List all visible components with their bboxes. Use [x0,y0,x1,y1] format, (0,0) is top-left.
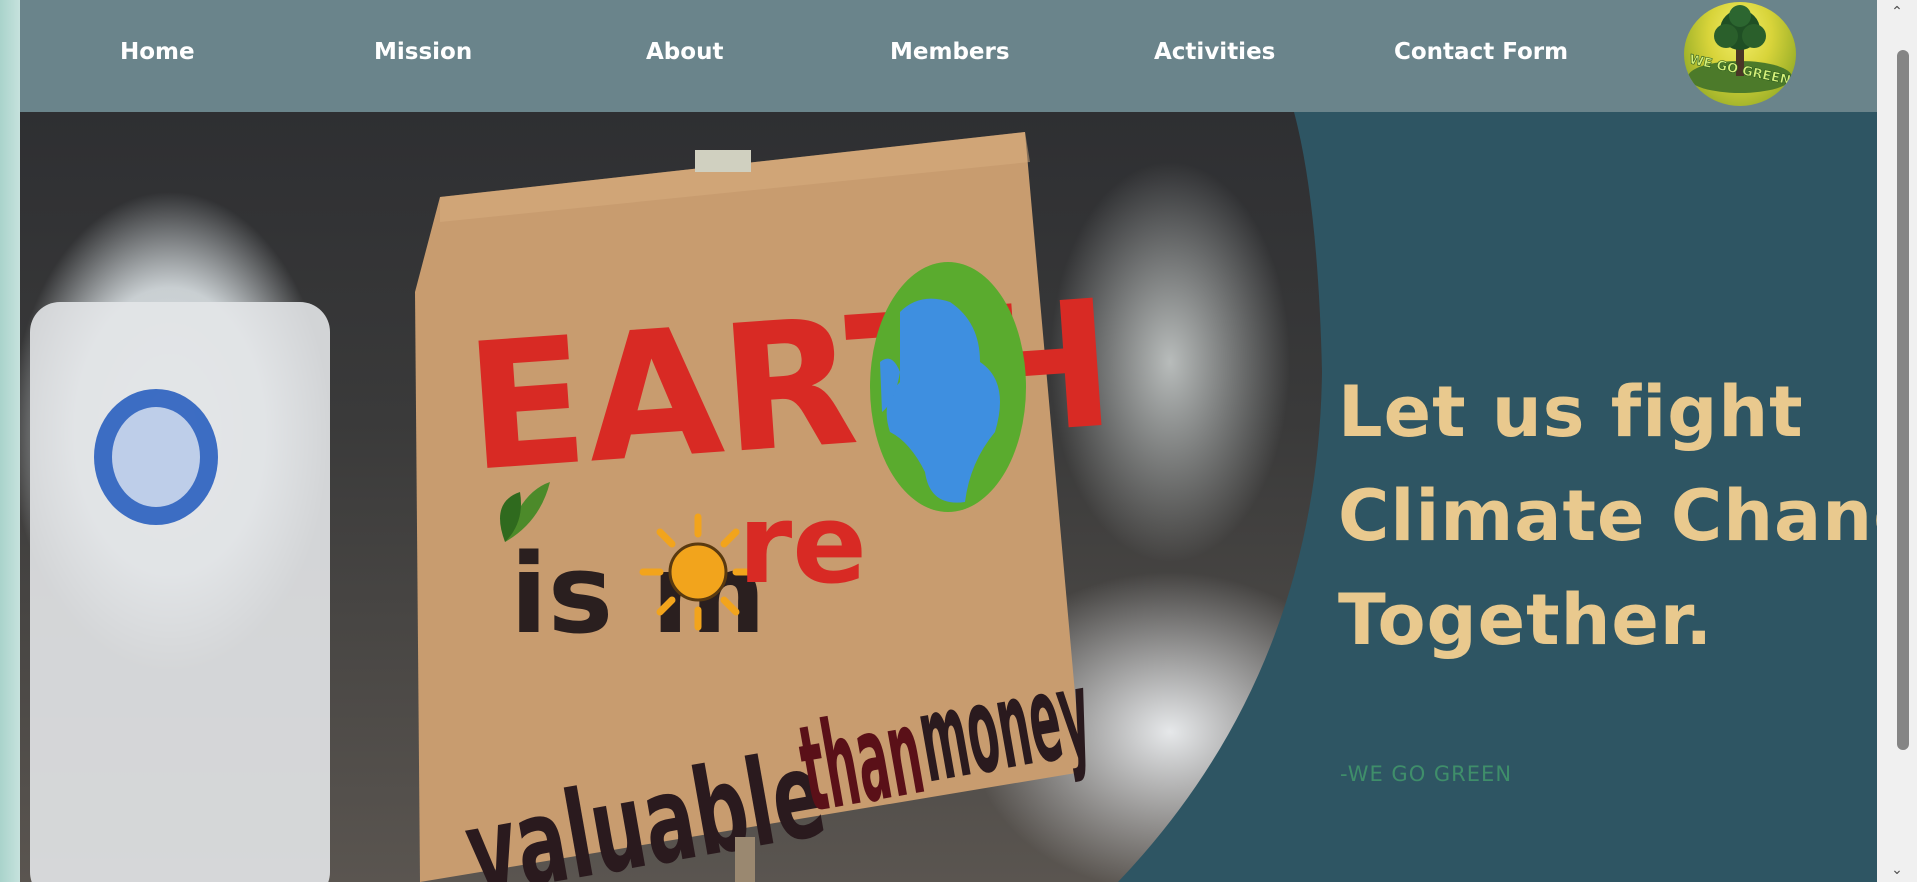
sign-money-text: money [909,644,1101,810]
nav-contact-form[interactable]: Contact Form [1394,34,1568,70]
nav-activities[interactable]: Activities [1154,34,1275,70]
nav-home[interactable]: Home [120,34,195,70]
sign-re-text: re [738,480,867,608]
navbar: Home Mission About Members Activities Co… [20,0,1877,112]
hero-headline-line-3: Together. [1338,579,1714,661]
nav-mission[interactable]: Mission [374,34,472,70]
scrollbar-thumb[interactable] [1897,50,1909,750]
hero-headline-line-1: Let us fight [1338,371,1804,453]
tree-logo-icon: WE GO GREEN [1688,5,1792,93]
nav-members[interactable]: Members [890,34,1010,70]
hero-signature: -WE GO GREEN [1340,762,1513,786]
sign-than-text: than [790,682,932,840]
sign-is-m-text: is m [510,530,766,658]
chevron-down-icon[interactable]: ⌄ [1882,860,1912,880]
nav-about[interactable]: About [646,34,723,70]
hero-headline: Let us fight Climate Change Together. [1338,360,1877,672]
chevron-up-icon[interactable]: ⌃ [1882,2,1912,22]
we-go-green-logo[interactable]: WE GO GREEN [1684,2,1796,106]
page-viewport: Home Mission About Members Activities Co… [20,0,1877,882]
hero-headline-line-2: Climate Change [1338,475,1877,557]
page-left-edge [0,0,20,882]
